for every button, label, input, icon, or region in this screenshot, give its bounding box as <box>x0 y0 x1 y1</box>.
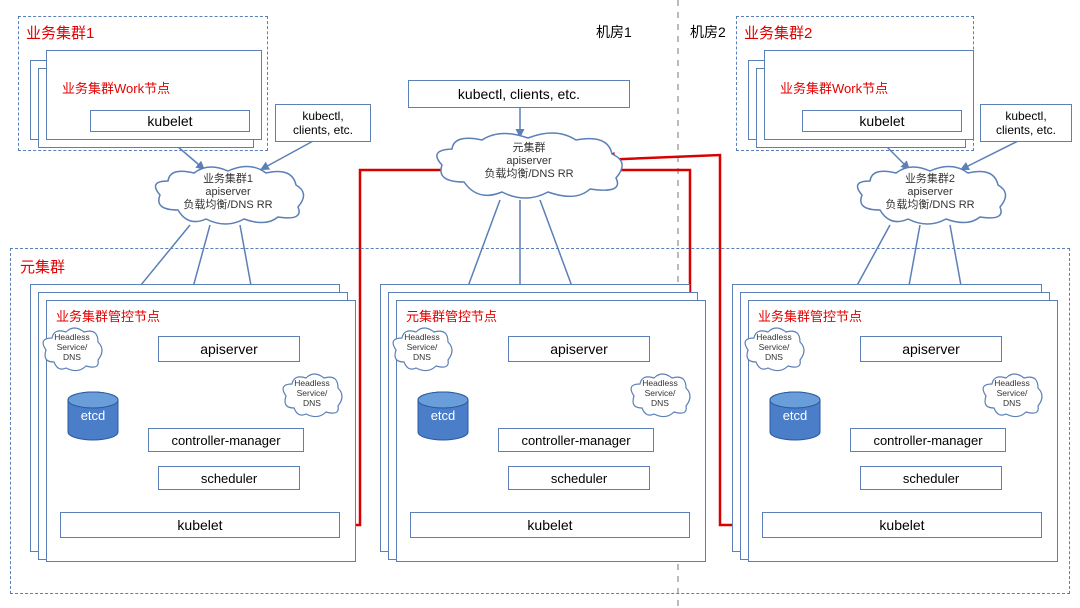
kubelet-box-2: kubelet <box>802 110 962 132</box>
kubectl-clients-right: kubectl, clients, etc. <box>980 104 1072 142</box>
ctrl2-controller-manager: controller-manager <box>498 428 654 452</box>
ctrl3-headless-right-text: Headless Service/ DNS <box>980 372 1044 409</box>
ctrl3-headless-left-text: Headless Service/ DNS <box>742 326 806 363</box>
ctrl3-title: 业务集群管控节点 <box>758 306 862 325</box>
ctrl3-headless-left: Headless Service/ DNS <box>742 326 806 374</box>
biz-lb1-text: 业务集群1 apiserver 负载均衡/DNS RR <box>148 165 308 213</box>
ctrl3-apiserver: apiserver <box>860 336 1002 362</box>
biz-lb2-cloud: 业务集群2 apiserver 负载均衡/DNS RR <box>850 165 1010 227</box>
ctrl3-kubelet: kubelet <box>762 512 1042 538</box>
ctrl2-scheduler: scheduler <box>508 466 650 490</box>
work-node-title-1: 业务集群Work节点 <box>62 78 170 97</box>
kubectl-clients-left: kubectl, clients, etc. <box>275 104 371 142</box>
ctrl2-headless-right-text: Headless Service/ DNS <box>628 372 692 409</box>
ctrl2-headless-right: Headless Service/ DNS <box>628 372 692 420</box>
ctrl2-apiserver: apiserver <box>508 336 650 362</box>
ctrl1-kubelet: kubelet <box>60 512 340 538</box>
ctrl1-apiserver: apiserver <box>158 336 300 362</box>
ctrl2-title: 元集群管控节点 <box>406 306 497 325</box>
ctrl1-headless-right-text: Headless Service/ DNS <box>280 372 344 409</box>
ctrl3-etcd: etcd <box>768 390 822 444</box>
biz-lb2-text: 业务集群2 apiserver 负载均衡/DNS RR <box>850 165 1010 213</box>
ctrl2-kubelet: kubelet <box>410 512 690 538</box>
biz-cluster1-title: 业务集群1 <box>26 22 94 43</box>
room2-label: 机房2 <box>690 22 726 42</box>
meta-lb-cloud: 元集群 apiserver 负载均衡/DNS RR <box>430 132 628 200</box>
ctrl2-etcd: etcd <box>416 390 470 444</box>
kubectl-clients-right-text: kubectl, clients, etc. <box>996 109 1056 138</box>
meta-cluster-title: 元集群 <box>20 256 65 277</box>
ctrl3-etcd-text: etcd <box>768 408 822 423</box>
work-node2-title: 业务集群Work节点 <box>780 78 888 97</box>
ctrl1-etcd-text: etcd <box>66 408 120 423</box>
ctrl2-headless-left: Headless Service/ DNS <box>390 326 454 374</box>
kubectl-clients-left-text: kubectl, clients, etc. <box>293 109 353 138</box>
biz-cluster2-title: 业务集群2 <box>744 22 812 43</box>
kubelet-box-1: kubelet <box>90 110 250 132</box>
ctrl1-scheduler: scheduler <box>158 466 300 490</box>
ctrl2-headless-left-text: Headless Service/ DNS <box>390 326 454 363</box>
ctrl3-headless-right: Headless Service/ DNS <box>980 372 1044 420</box>
ctrl1-etcd: etcd <box>66 390 120 444</box>
ctrl1-controller-manager: controller-manager <box>148 428 304 452</box>
ctrl3-controller-manager: controller-manager <box>850 428 1006 452</box>
room1-label: 机房1 <box>596 22 632 42</box>
meta-lb-text: 元集群 apiserver 负载均衡/DNS RR <box>430 132 628 182</box>
ctrl1-title: 业务集群管控节点 <box>56 306 160 325</box>
ctrl2-etcd-text: etcd <box>416 408 470 423</box>
biz-lb1-cloud: 业务集群1 apiserver 负载均衡/DNS RR <box>148 165 308 227</box>
ctrl1-headless-left: Headless Service/ DNS <box>40 326 104 374</box>
ctrl3-scheduler: scheduler <box>860 466 1002 490</box>
ctrl1-headless-left-text: Headless Service/ DNS <box>40 326 104 363</box>
ctrl1-headless-right: Headless Service/ DNS <box>280 372 344 420</box>
kubectl-clients-center: kubectl, clients, etc. <box>408 80 630 108</box>
